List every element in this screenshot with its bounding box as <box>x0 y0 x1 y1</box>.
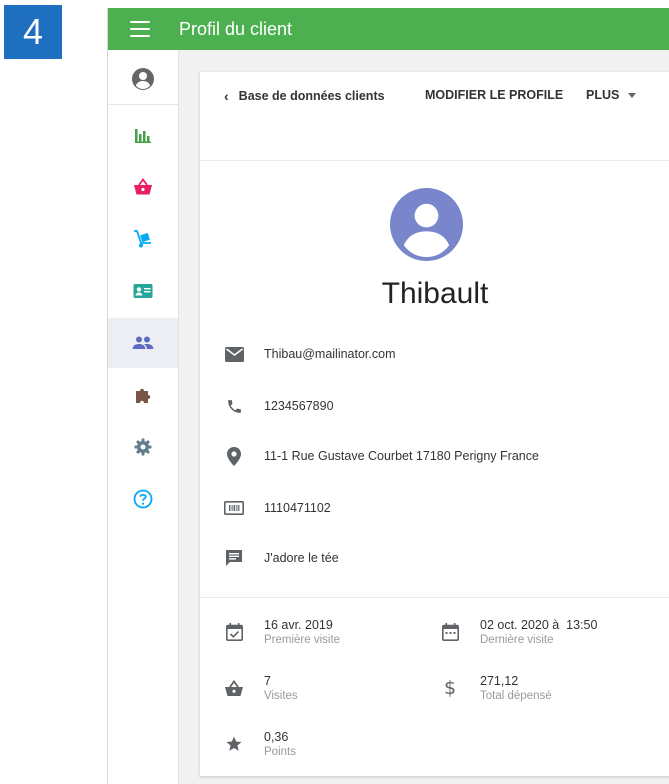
page-title: Profil du client <box>179 18 293 39</box>
calendar-check-icon <box>225 623 243 641</box>
chevron-left-icon: ‹ <box>224 88 229 104</box>
sidebar-item-integrations[interactable] <box>108 370 178 420</box>
gear-icon <box>134 438 152 456</box>
app-window: Profil du client ‹ Base de données clien… <box>107 8 669 784</box>
hand-truck-icon <box>134 230 151 248</box>
back-to-customer-database-link[interactable]: ‹ Base de données clients <box>224 88 385 104</box>
bar-chart-icon <box>135 129 151 143</box>
step-number-badge: 4 <box>4 5 62 59</box>
star-icon <box>226 736 242 751</box>
envelope-icon <box>224 346 244 362</box>
back-link-label: Base de données clients <box>238 89 385 103</box>
first-visit-label: Première visite <box>264 634 341 646</box>
total-spent-value: 271,12 <box>480 674 519 688</box>
customer-code-value: 1110471102 <box>264 501 331 515</box>
basket-icon <box>225 679 243 696</box>
total-spent-stat: $ 271,12 Total dépensé <box>440 674 552 704</box>
hamburger-menu-icon[interactable] <box>130 21 150 37</box>
more-button-label: PLUS <box>586 88 620 102</box>
location-pin-icon <box>227 446 241 466</box>
total-spent-label: Total dépensé <box>480 690 552 702</box>
barcode-card-icon <box>224 501 244 515</box>
caret-down-icon <box>628 92 637 98</box>
card-toolbar: ‹ Base de données clients MODIFIER LE PR… <box>200 72 669 161</box>
points-value: 0,36 <box>264 730 289 744</box>
calendar-icon <box>441 623 459 641</box>
account-icon <box>132 68 154 90</box>
phone-row: 1234567890 <box>224 396 334 416</box>
code-row: 1110471102 <box>224 498 331 518</box>
email-row: Thibau@mailinator.com <box>224 344 396 364</box>
visits-label: Visites <box>264 690 298 702</box>
help-icon <box>133 489 153 509</box>
sidebar-item-help[interactable] <box>108 474 178 524</box>
sidebar-item-reports[interactable] <box>108 110 178 160</box>
phone-value: 1234567890 <box>264 399 334 413</box>
id-card-icon <box>133 284 153 298</box>
note-row: J'adore le tée <box>224 548 339 568</box>
last-visit-value: 02 oct. 2020 à 13:50 <box>480 618 598 632</box>
sidebar-item-settings[interactable] <box>108 422 178 472</box>
points-label: Points <box>264 746 296 758</box>
sidebar-item-account[interactable] <box>108 54 178 105</box>
note-value: J'adore le tée <box>264 551 339 565</box>
visits-value: 7 <box>264 674 271 688</box>
sidebar-item-sales[interactable] <box>108 162 178 212</box>
customer-profile-card: ‹ Base de données clients MODIFIER LE PR… <box>200 72 669 776</box>
last-visit-label: Dernière visite <box>480 634 554 646</box>
first-visit-value: 16 avr. 2019 <box>264 618 333 632</box>
phone-icon <box>227 399 241 413</box>
customer-avatar-icon <box>389 187 464 262</box>
customer-name: Thibault <box>381 277 489 310</box>
more-menu-button[interactable]: PLUS <box>586 88 637 102</box>
last-visit-stat: 02 oct. 2020 à 13:50 Dernière visite <box>440 618 597 648</box>
comment-icon <box>226 550 242 566</box>
sidebar <box>108 50 179 784</box>
basket-icon <box>134 178 152 195</box>
first-visit-stat: 16 avr. 2019 Première visite <box>224 618 340 648</box>
top-app-bar: Profil du client <box>108 8 669 50</box>
people-icon <box>132 336 154 349</box>
divider <box>200 597 669 598</box>
sidebar-item-inventory[interactable] <box>108 214 178 264</box>
sidebar-item-employees[interactable] <box>108 266 178 316</box>
points-stat: 0,36 Points <box>224 730 296 760</box>
edit-profile-button[interactable]: MODIFIER LE PROFILE <box>425 88 563 102</box>
visits-stat: 7 Visites <box>224 674 298 704</box>
address-value: 11-1 Rue Gustave Courbet 17180 Perigny F… <box>264 449 539 463</box>
email-value: Thibau@mailinator.com <box>264 347 396 361</box>
puzzle-icon <box>136 388 151 403</box>
sidebar-item-customers[interactable] <box>108 318 178 368</box>
dollar-icon: $ <box>443 677 457 699</box>
address-row: 11-1 Rue Gustave Courbet 17180 Perigny F… <box>224 446 539 466</box>
